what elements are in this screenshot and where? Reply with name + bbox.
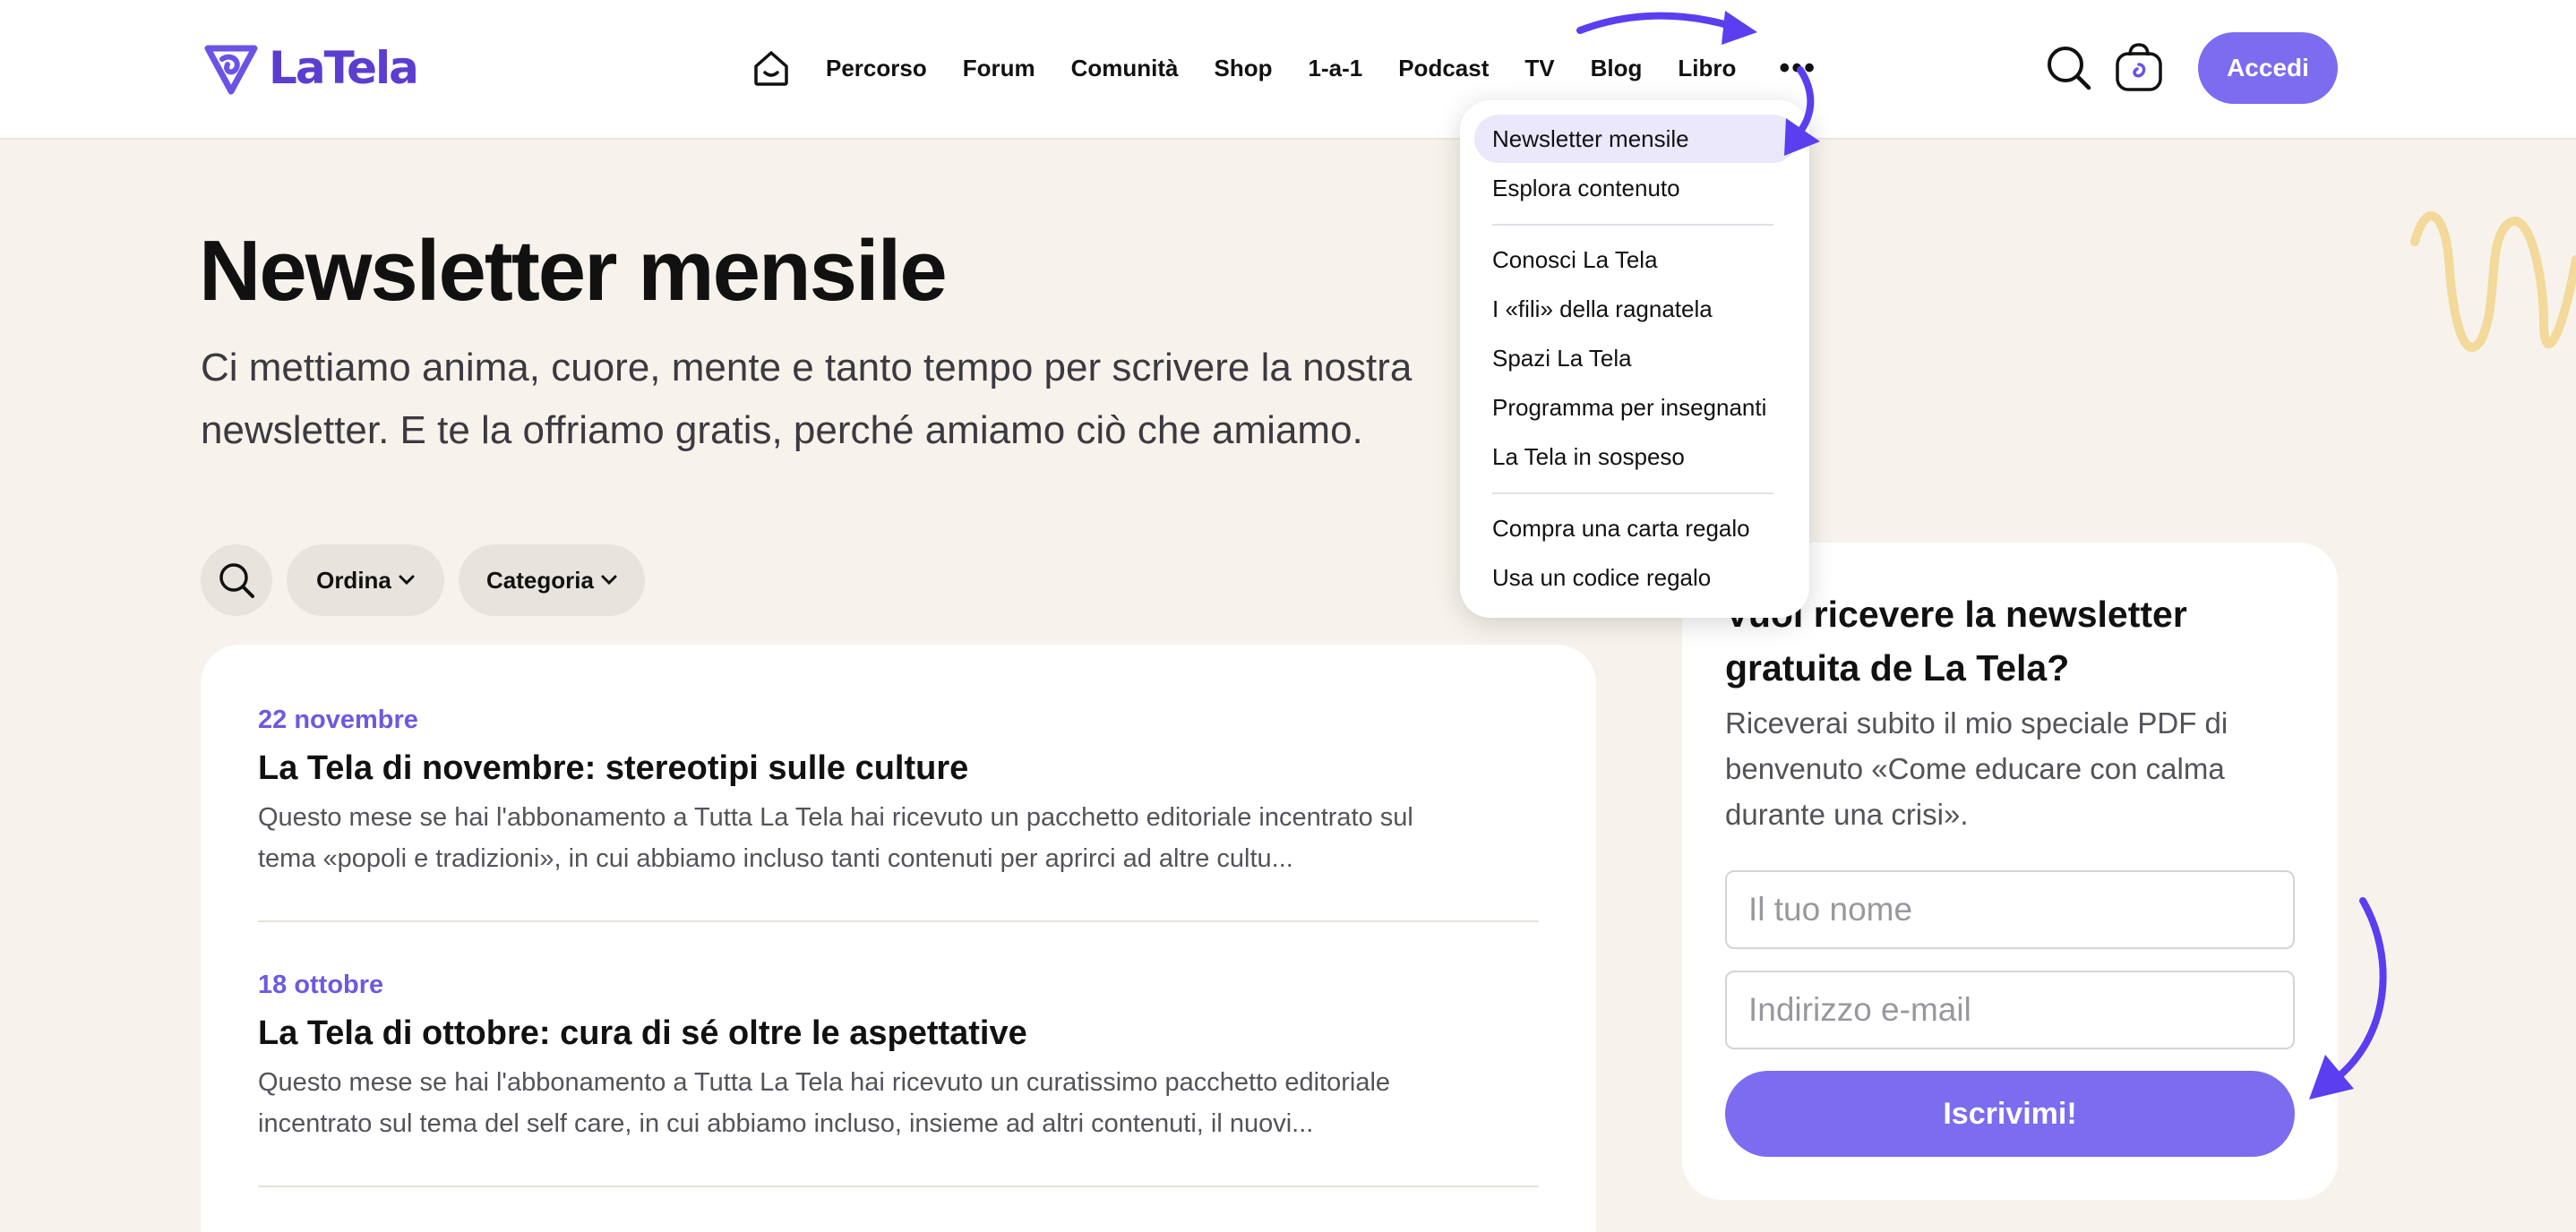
- logo-text: LaTela: [269, 42, 419, 94]
- nav-item-podcast[interactable]: Podcast: [1398, 55, 1489, 82]
- divider: [258, 1185, 1539, 1187]
- site-header: LaTela Percorso Forum Comunità Shop 1-a-…: [0, 0, 2576, 140]
- category-label: Categoria: [486, 566, 594, 594]
- squiggle-decoration: [2410, 211, 2576, 352]
- category-dropdown[interactable]: Categoria: [459, 544, 645, 616]
- article-title[interactable]: La Tela di novembre: stereotipi sulle cu…: [258, 749, 1539, 788]
- menu-item-suspended[interactable]: La Tela in sospeso: [1474, 432, 1797, 481]
- menu-item-teachers[interactable]: Programma per insegnanti: [1474, 383, 1797, 432]
- sort-label: Ordina: [316, 566, 391, 594]
- page-title: Newsletter mensile: [199, 223, 948, 319]
- menu-item-redeem-gift-code[interactable]: Usa un codice regalo: [1474, 553, 1797, 602]
- bag-icon[interactable]: [2114, 41, 2164, 93]
- menu-item-threads[interactable]: I «fili» della ragnatela: [1474, 285, 1797, 333]
- annotation-arrow-icon: [2309, 897, 2387, 1099]
- newsletter-signup-card: Vuoi ricevere la newsletter gratuita de …: [1682, 543, 2338, 1200]
- nav-item-percorso[interactable]: Percorso: [826, 55, 927, 82]
- menu-item-explore[interactable]: Esplora contenuto: [1474, 164, 1797, 212]
- filter-search-button[interactable]: [201, 544, 272, 616]
- article-excerpt: Questo mese se hai l'abbonamento a Tutta…: [258, 1068, 1391, 1138]
- home-icon[interactable]: [751, 47, 792, 89]
- article-title[interactable]: La Tela di ottobre: cura di sé oltre le …: [258, 1014, 1539, 1053]
- list-item[interactable]: 22 novembre La Tela di novembre: stereot…: [258, 706, 1539, 879]
- article-excerpt: Questo mese se hai l'abbonamento a Tutta…: [258, 803, 1413, 873]
- menu-item-spaces[interactable]: Spazi La Tela: [1474, 334, 1797, 382]
- nav-item-one-to-one[interactable]: 1-a-1: [1309, 55, 1363, 82]
- email-field[interactable]: [1725, 971, 2295, 1049]
- sort-dropdown[interactable]: Ordina: [287, 544, 444, 616]
- divider: [258, 920, 1539, 922]
- page-subtitle: Ci mettiamo anima, cuore, mente e tanto …: [201, 346, 1413, 452]
- newsletter-card-description: Riceverai subito il mio speciale PDF di …: [1725, 706, 2228, 831]
- nav-item-tv[interactable]: TV: [1524, 55, 1554, 82]
- list-item[interactable]: 18 ottobre La Tela di ottobre: cura di s…: [258, 971, 1539, 1144]
- subscribe-button[interactable]: Iscrivimi!: [1725, 1071, 2295, 1157]
- logo[interactable]: LaTela: [202, 39, 419, 97]
- article-date: 22 novembre: [258, 706, 418, 734]
- search-icon[interactable]: [2046, 45, 2092, 91]
- newsletter-card-title: Vuoi ricevere la newsletter gratuita de …: [1725, 594, 2187, 689]
- nav-item-comunita[interactable]: Comunità: [1071, 55, 1179, 82]
- search-icon: [219, 563, 254, 598]
- chevron-down-icon: [399, 575, 415, 586]
- login-button[interactable]: Accedi: [2198, 32, 2338, 104]
- annotation-arrow-icon: [1576, 11, 1820, 156]
- article-date: 18 ottobre: [258, 971, 384, 999]
- articles-list: 22 novembre La Tela di novembre: stereot…: [201, 645, 1596, 1232]
- more-dropdown-menu: Newsletter mensile Esplora contenuto Con…: [1460, 100, 1809, 618]
- name-field[interactable]: [1725, 870, 2295, 949]
- nav-item-shop[interactable]: Shop: [1215, 55, 1273, 82]
- menu-divider: [1492, 492, 1773, 494]
- menu-item-buy-gift-card[interactable]: Compra una carta regalo: [1474, 504, 1797, 552]
- chevron-down-icon: [601, 575, 617, 586]
- logo-icon: [204, 45, 258, 95]
- menu-item-about[interactable]: Conosci La Tela: [1474, 235, 1797, 284]
- menu-divider: [1492, 224, 1773, 226]
- nav-item-forum[interactable]: Forum: [963, 55, 1035, 82]
